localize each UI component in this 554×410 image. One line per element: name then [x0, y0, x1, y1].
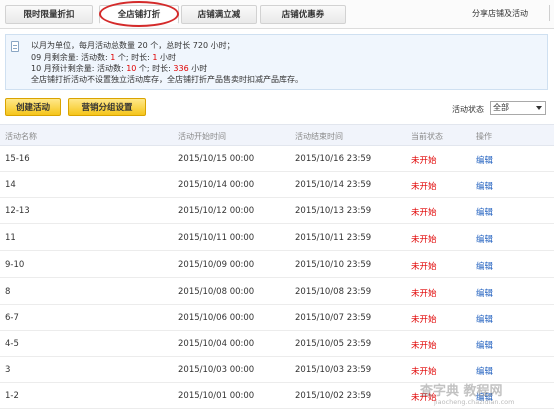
table-row: 8 2015/10/08 00:00 2015/10/08 23:59 未开始 … [0, 279, 554, 305]
status-badge: 未开始 [411, 182, 437, 192]
start-time: 2015/10/15 00:00 [178, 154, 255, 164]
quota-oct-prefix: 10 月预计剩余量: 活动数: [31, 64, 127, 73]
divider [549, 5, 550, 21]
table-row: 12-13 2015/10/12 00:00 2015/10/13 23:59 … [0, 198, 554, 224]
end-time: 2015/10/11 23:59 [295, 233, 372, 243]
quota-sept-text: 09 月剩余量: 活动数: 1 个; 时长: 1 小时 [31, 52, 176, 63]
table-row: 4-5 2015/10/04 00:00 2015/10/05 23:59 未开… [0, 331, 554, 357]
header-name: 活动名称 [5, 132, 37, 141]
quota-oct-hours: 336 [173, 64, 189, 73]
status-badge: 未开始 [411, 262, 437, 272]
activity-name: 11 [5, 233, 16, 243]
chevron-down-icon [536, 106, 542, 110]
status-badge: 未开始 [411, 289, 437, 299]
header-status: 当前状态 [411, 132, 443, 141]
start-time: 2015/10/14 00:00 [178, 180, 255, 190]
edit-link[interactable]: 编辑 [476, 154, 493, 166]
document-icon [11, 41, 19, 52]
start-time: 2015/10/11 00:00 [178, 233, 255, 243]
edit-link[interactable]: 编辑 [476, 287, 493, 299]
edit-link[interactable]: 编辑 [476, 339, 493, 351]
activity-name: 3 [5, 365, 11, 375]
end-time: 2015/10/14 23:59 [295, 180, 372, 190]
header-start: 活动开始时间 [178, 132, 226, 141]
share-store-link[interactable]: 分享店铺及活动 [472, 8, 528, 19]
activity-name: 6-7 [5, 313, 19, 323]
status-badge: 未开始 [411, 341, 437, 351]
activity-name: 12-13 [5, 206, 30, 216]
quota-oct-suffix: 小时 [188, 64, 208, 73]
quota-oct-count: 10 [126, 64, 137, 73]
quota-sept-mid: 个; 时长: [115, 53, 153, 62]
status-filter-label: 活动状态 [452, 105, 484, 114]
tab-limited-discount[interactable]: 限时限量折扣 [5, 5, 93, 24]
quota-total-text: 以月为单位，每月活动总数量 20 个，总时长 720 小时； [31, 41, 235, 50]
activity-name: 15-16 [5, 154, 30, 164]
edit-link[interactable]: 编辑 [476, 233, 493, 245]
tab-store-discount[interactable]: 全店铺打折 [99, 5, 179, 24]
start-time: 2015/10/12 00:00 [178, 206, 255, 216]
start-time: 2015/10/01 00:00 [178, 391, 255, 401]
status-filter-value: 全部 [493, 103, 509, 112]
quota-info-box: 以月为单位，每月活动总数量 20 个，总时长 720 小时； 09 月剩余量: … [5, 34, 548, 90]
end-time: 2015/10/05 23:59 [295, 339, 372, 349]
table-row: 15-16 2015/10/15 00:00 2015/10/16 23:59 … [0, 146, 554, 172]
start-time: 2015/10/04 00:00 [178, 339, 255, 349]
header-end: 活动结束时间 [295, 132, 343, 141]
table-row: 9-10 2015/10/09 00:00 2015/10/10 23:59 未… [0, 252, 554, 278]
end-time: 2015/10/07 23:59 [295, 313, 372, 323]
inventory-note-text: 全店铺打折活动不设置独立活动库存，全店铺打折产品售卖时扣减产品库存。 [31, 75, 303, 84]
table-row: 11 2015/10/11 00:00 2015/10/11 23:59 未开始… [0, 225, 554, 251]
start-time: 2015/10/03 00:00 [178, 365, 255, 375]
quota-oct-mid: 个; 时长: [136, 64, 174, 73]
tab-store-coupon[interactable]: 店铺优惠券 [260, 5, 346, 24]
end-time: 2015/10/03 23:59 [295, 365, 372, 375]
edit-link[interactable]: 编辑 [476, 313, 493, 325]
quota-sept-suffix: 小时 [157, 53, 176, 62]
watermark-url: jiaocheng.chazidian.com [434, 398, 515, 406]
edit-link[interactable]: 编辑 [476, 180, 493, 192]
status-badge: 未开始 [411, 367, 437, 377]
edit-link[interactable]: 编辑 [476, 206, 493, 218]
quota-sept-prefix: 09 月剩余量: 活动数: [31, 53, 111, 62]
end-time: 2015/10/10 23:59 [295, 260, 372, 270]
header-action: 操作 [476, 132, 492, 141]
edit-link[interactable]: 编辑 [476, 365, 493, 377]
tab-bar: 限时限量折扣 全店铺打折 店铺满立减 店铺优惠券 分享店铺及活动 [0, 0, 554, 29]
end-time: 2015/10/16 23:59 [295, 154, 372, 164]
end-time: 2015/10/02 23:59 [295, 391, 372, 401]
activity-name: 1-2 [5, 391, 19, 401]
end-time: 2015/10/13 23:59 [295, 206, 372, 216]
start-time: 2015/10/06 00:00 [178, 313, 255, 323]
activity-name: 9-10 [5, 260, 25, 270]
table-row: 14 2015/10/14 00:00 2015/10/14 23:59 未开始… [0, 172, 554, 198]
status-badge: 未开始 [411, 208, 437, 218]
table-row: 6-7 2015/10/06 00:00 2015/10/07 23:59 未开… [0, 305, 554, 331]
status-badge: 未开始 [411, 156, 437, 166]
start-time: 2015/10/09 00:00 [178, 260, 255, 270]
activity-name: 8 [5, 287, 11, 297]
status-filter-select[interactable]: 全部 [490, 101, 546, 115]
create-activity-button[interactable]: 创建活动 [5, 98, 61, 116]
start-time: 2015/10/08 00:00 [178, 287, 255, 297]
activity-name: 4-5 [5, 339, 19, 349]
end-time: 2015/10/08 23:59 [295, 287, 372, 297]
tab-store-full-reduction[interactable]: 店铺满立减 [181, 5, 257, 24]
status-badge: 未开始 [411, 235, 437, 245]
watermark: 查字典 教程网 [420, 384, 503, 399]
activity-name: 14 [5, 180, 16, 190]
table-header: 活动名称 活动开始时间 活动结束时间 当前状态 操作 [0, 124, 554, 146]
edit-link[interactable]: 编辑 [476, 260, 493, 272]
marketing-group-settings-button[interactable]: 营销分组设置 [68, 98, 146, 116]
quota-oct-text: 10 月预计剩余量: 活动数: 10 个; 时长: 336 小时 [31, 63, 207, 74]
status-badge: 未开始 [411, 315, 437, 325]
